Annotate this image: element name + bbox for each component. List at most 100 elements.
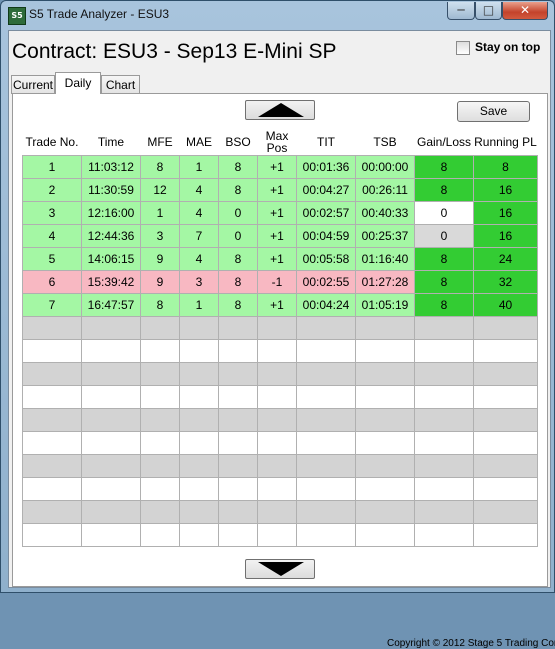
empty-cell[interactable] bbox=[355, 316, 415, 340]
mfe-cell[interactable]: 1 bbox=[140, 201, 180, 225]
mae-cell[interactable]: 7 bbox=[179, 224, 219, 248]
time-cell[interactable]: 15:39:42 bbox=[81, 270, 141, 294]
empty-cell[interactable] bbox=[296, 385, 356, 409]
empty-cell[interactable] bbox=[296, 523, 356, 547]
empty-cell[interactable] bbox=[140, 523, 180, 547]
col-header-gain-loss[interactable]: Gain/Loss bbox=[414, 128, 474, 156]
tit-cell[interactable]: 00:02:55 bbox=[296, 270, 356, 294]
empty-cell[interactable] bbox=[473, 316, 538, 340]
bso-cell[interactable]: 8 bbox=[218, 293, 258, 317]
empty-cell[interactable] bbox=[140, 362, 180, 386]
table-row[interactable]: 6 15:39:42 9 3 8 -1 00:02:55 01:27:28 8 32 bbox=[22, 270, 538, 294]
empty-cell[interactable] bbox=[140, 500, 180, 524]
empty-cell[interactable] bbox=[81, 431, 141, 455]
max-pos-cell[interactable]: +1 bbox=[257, 247, 297, 271]
empty-row[interactable] bbox=[22, 316, 538, 340]
mae-cell[interactable]: 4 bbox=[179, 178, 219, 202]
trade-no-cell[interactable]: 7 bbox=[22, 293, 82, 317]
empty-cell[interactable] bbox=[355, 385, 415, 409]
bso-cell[interactable]: 8 bbox=[218, 155, 258, 179]
empty-cell[interactable] bbox=[218, 339, 258, 363]
tit-cell[interactable]: 00:02:57 bbox=[296, 201, 356, 225]
empty-row[interactable] bbox=[22, 523, 538, 547]
empty-cell[interactable] bbox=[140, 385, 180, 409]
empty-cell[interactable] bbox=[414, 454, 474, 478]
time-cell[interactable]: 11:30:59 bbox=[81, 178, 141, 202]
empty-cell[interactable] bbox=[355, 523, 415, 547]
empty-cell[interactable] bbox=[355, 339, 415, 363]
trade-no-cell[interactable]: 1 bbox=[22, 155, 82, 179]
empty-cell[interactable] bbox=[296, 408, 356, 432]
empty-cell[interactable] bbox=[22, 362, 82, 386]
time-cell[interactable]: 16:47:57 bbox=[81, 293, 141, 317]
empty-cell[interactable] bbox=[296, 500, 356, 524]
tsb-cell[interactable]: 01:27:28 bbox=[355, 270, 415, 294]
mae-cell[interactable]: 4 bbox=[179, 247, 219, 271]
max-pos-cell[interactable]: +1 bbox=[257, 224, 297, 248]
empty-cell[interactable] bbox=[473, 454, 538, 478]
mae-cell[interactable]: 1 bbox=[179, 155, 219, 179]
empty-cell[interactable] bbox=[218, 408, 258, 432]
empty-cell[interactable] bbox=[414, 408, 474, 432]
tab-current[interactable]: Current bbox=[11, 75, 55, 94]
table-row[interactable]: 4 12:44:36 3 7 0 +1 00:04:59 00:25:37 0 16 bbox=[22, 224, 538, 248]
empty-cell[interactable] bbox=[22, 408, 82, 432]
empty-cell[interactable] bbox=[22, 316, 82, 340]
empty-cell[interactable] bbox=[218, 385, 258, 409]
max-pos-cell[interactable]: +1 bbox=[257, 201, 297, 225]
col-header-trade-no[interactable]: Trade No. bbox=[22, 128, 82, 156]
empty-cell[interactable] bbox=[473, 385, 538, 409]
empty-row[interactable] bbox=[22, 431, 538, 455]
empty-cell[interactable] bbox=[22, 500, 82, 524]
col-header-running-pl[interactable]: Running PL bbox=[473, 128, 538, 156]
col-header-mfe[interactable]: MFE bbox=[140, 128, 180, 156]
gain-loss-cell[interactable]: 8 bbox=[414, 270, 474, 294]
empty-cell[interactable] bbox=[22, 523, 82, 547]
empty-cell[interactable] bbox=[296, 454, 356, 478]
empty-cell[interactable] bbox=[257, 500, 297, 524]
empty-cell[interactable] bbox=[257, 454, 297, 478]
gain-loss-cell[interactable]: 8 bbox=[414, 178, 474, 202]
empty-cell[interactable] bbox=[473, 362, 538, 386]
empty-cell[interactable] bbox=[414, 431, 474, 455]
empty-cell[interactable] bbox=[355, 408, 415, 432]
bso-cell[interactable]: 8 bbox=[218, 270, 258, 294]
empty-cell[interactable] bbox=[81, 385, 141, 409]
empty-cell[interactable] bbox=[257, 477, 297, 501]
gain-loss-cell[interactable]: 0 bbox=[414, 201, 474, 225]
empty-row[interactable] bbox=[22, 477, 538, 501]
empty-cell[interactable] bbox=[414, 362, 474, 386]
table-row[interactable]: 3 12:16:00 1 4 0 +1 00:02:57 00:40:33 0 16 bbox=[22, 201, 538, 225]
empty-cell[interactable] bbox=[140, 408, 180, 432]
tit-cell[interactable]: 00:01:36 bbox=[296, 155, 356, 179]
max-pos-cell[interactable]: +1 bbox=[257, 155, 297, 179]
table-row[interactable]: 2 11:30:59 12 4 8 +1 00:04:27 00:26:11 8 16 bbox=[22, 178, 538, 202]
empty-cell[interactable] bbox=[179, 408, 219, 432]
time-cell[interactable]: 11:03:12 bbox=[81, 155, 141, 179]
empty-row[interactable] bbox=[22, 408, 538, 432]
trade-no-cell[interactable]: 2 bbox=[22, 178, 82, 202]
empty-cell[interactable] bbox=[296, 362, 356, 386]
mfe-cell[interactable]: 9 bbox=[140, 247, 180, 271]
tit-cell[interactable]: 00:04:27 bbox=[296, 178, 356, 202]
empty-row[interactable] bbox=[22, 500, 538, 524]
running-pl-cell[interactable]: 16 bbox=[473, 224, 538, 248]
running-pl-cell[interactable]: 16 bbox=[473, 178, 538, 202]
table-row[interactable]: 1 11:03:12 8 1 8 +1 00:01:36 00:00:00 8 8 bbox=[22, 155, 538, 179]
tsb-cell[interactable]: 00:40:33 bbox=[355, 201, 415, 225]
tsb-cell[interactable]: 00:26:11 bbox=[355, 178, 415, 202]
mae-cell[interactable]: 4 bbox=[179, 201, 219, 225]
empty-row[interactable] bbox=[22, 454, 538, 478]
tsb-cell[interactable]: 00:00:00 bbox=[355, 155, 415, 179]
empty-cell[interactable] bbox=[257, 408, 297, 432]
empty-cell[interactable] bbox=[355, 431, 415, 455]
mfe-cell[interactable]: 8 bbox=[140, 155, 180, 179]
empty-cell[interactable] bbox=[22, 385, 82, 409]
empty-cell[interactable] bbox=[355, 500, 415, 524]
empty-cell[interactable] bbox=[81, 316, 141, 340]
title-bar[interactable]: S5 S5 Trade Analyzer - ESU3 ─ □ ✕ bbox=[1, 1, 554, 29]
col-header-tit[interactable]: TIT bbox=[296, 128, 356, 156]
trade-no-cell[interactable]: 3 bbox=[22, 201, 82, 225]
empty-cell[interactable] bbox=[218, 500, 258, 524]
gain-loss-cell[interactable]: 0 bbox=[414, 224, 474, 248]
